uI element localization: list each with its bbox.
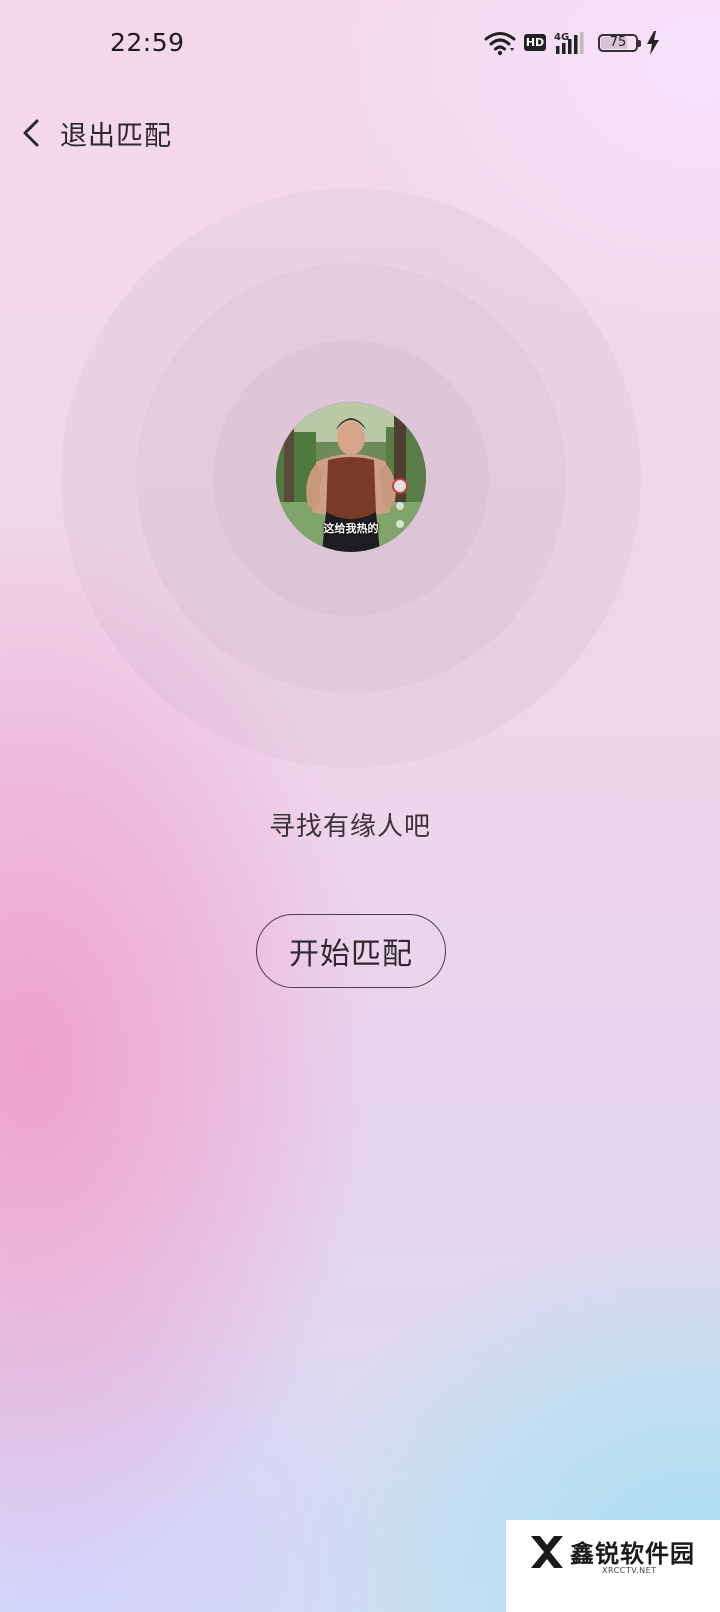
start-match-button[interactable]: 开始匹配	[256, 914, 446, 988]
battery-level: 75	[609, 35, 627, 50]
page-title: 退出匹配	[60, 120, 172, 152]
watermark-title: 鑫锐软件园	[570, 1540, 695, 1568]
avatar: 这给我热的	[276, 402, 426, 552]
charging-bolt-icon	[646, 30, 660, 60]
battery-icon: 75	[598, 34, 641, 52]
watermark-subtitle: XRCCTV.NET	[602, 1566, 657, 1575]
match-hint-text: 寻找有缘人吧	[268, 812, 431, 842]
network-type-label: 4G	[554, 32, 569, 43]
watermark: 鑫锐软件园 XRCCTV.NET	[506, 1520, 720, 1612]
chevron-left-icon[interactable]	[20, 118, 48, 148]
watermark-logo-icon	[528, 1532, 566, 1576]
wifi-icon	[484, 30, 516, 60]
status-time: 22:59	[110, 28, 185, 57]
avatar-caption: 这给我热的	[323, 522, 379, 535]
status-bar: 22:59 HD 4G 75	[0, 0, 720, 90]
signal-4g-icon: 4G	[554, 30, 588, 60]
hd-icon: HD	[524, 34, 546, 51]
exit-match-button[interactable]: 退出匹配	[20, 108, 172, 158]
